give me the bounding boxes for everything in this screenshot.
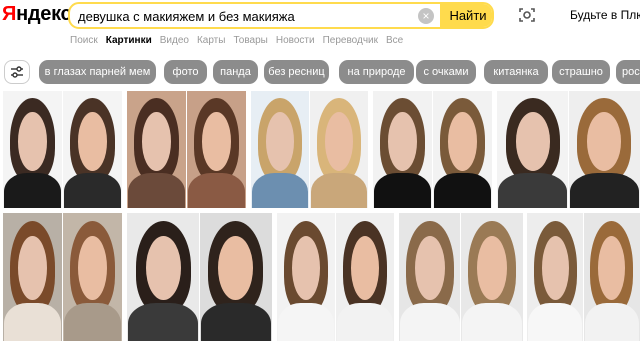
- yandex-logo[interactable]: Яндекс: [2, 3, 72, 26]
- image-result[interactable]: [373, 91, 492, 208]
- photo-before: [127, 213, 199, 341]
- photo-before: [3, 91, 62, 208]
- photo-after: [62, 91, 122, 208]
- photo-before: [3, 213, 62, 341]
- photo-after: [186, 91, 246, 208]
- suggest-chip[interactable]: на природе: [339, 60, 414, 84]
- suggest-chips: в глазах парней мем фото панда без ресниц на…: [0, 59, 640, 85]
- search-input[interactable]: [78, 7, 418, 25]
- image-result[interactable]: [497, 91, 640, 208]
- clear-icon[interactable]: ×: [418, 8, 434, 24]
- image-result[interactable]: [3, 91, 122, 208]
- photo-before: [497, 91, 568, 208]
- suggest-chip[interactable]: в глазах парней мем: [39, 60, 156, 84]
- photo-before: [251, 91, 309, 208]
- logo-rest: ндекс: [16, 3, 72, 25]
- tab-7[interactable]: Все: [386, 35, 403, 49]
- photo-before: [373, 91, 432, 208]
- suggest-chip[interactable]: без ресниц: [264, 60, 329, 84]
- image-result[interactable]: [527, 213, 640, 341]
- camera-search-icon[interactable]: [518, 6, 536, 24]
- plus-login-link[interactable]: Будьте в Плюсе: [570, 8, 640, 22]
- photo-after: [461, 213, 523, 341]
- photo-after: [583, 213, 640, 341]
- logo-letter: Я: [2, 3, 17, 25]
- tab-6[interactable]: Переводчик: [323, 35, 378, 49]
- tab-0[interactable]: Поиск: [70, 35, 98, 49]
- photo-after: [335, 213, 394, 341]
- suggest-chip[interactable]: китаянка: [484, 60, 548, 84]
- tab-4[interactable]: Товары: [233, 35, 267, 49]
- photo-before: [127, 91, 186, 208]
- sliders-icon: [11, 66, 23, 78]
- suggest-chip[interactable]: рос: [616, 60, 640, 84]
- image-result[interactable]: [3, 213, 122, 341]
- tab-2[interactable]: Видео: [160, 35, 189, 49]
- image-result[interactable]: [127, 91, 246, 208]
- suggest-chip[interactable]: панда: [213, 60, 258, 84]
- photo-after: [568, 91, 640, 208]
- search-box: × Найти: [68, 2, 494, 29]
- suggest-chip[interactable]: страшно: [552, 60, 610, 84]
- photo-before: [527, 213, 583, 341]
- image-result[interactable]: [277, 213, 394, 341]
- image-result[interactable]: [251, 91, 368, 208]
- photo-after: [199, 213, 272, 341]
- search-tabs: Поиск Картинки Видео Карты Товары Новости Пере…: [70, 35, 411, 49]
- photo-after: [309, 91, 368, 208]
- search-button[interactable]: Найти: [440, 4, 492, 27]
- header: Яндекс × Найти Будьте в Плюсе: [0, 0, 640, 32]
- photo-before: [277, 213, 335, 341]
- tab-5[interactable]: Новости: [276, 35, 315, 49]
- image-result[interactable]: [399, 213, 523, 341]
- filter-button[interactable]: [4, 60, 30, 84]
- image-result[interactable]: [127, 213, 272, 341]
- photo-after: [62, 213, 122, 341]
- photo-before: [399, 213, 460, 341]
- suggest-chip[interactable]: с очками: [416, 60, 476, 84]
- tab-1[interactable]: Картинки: [106, 35, 152, 49]
- tab-3[interactable]: Карты: [197, 35, 226, 49]
- image-results-grid: [0, 91, 640, 341]
- suggest-chip[interactable]: фото: [164, 60, 207, 84]
- photo-after: [432, 91, 492, 208]
